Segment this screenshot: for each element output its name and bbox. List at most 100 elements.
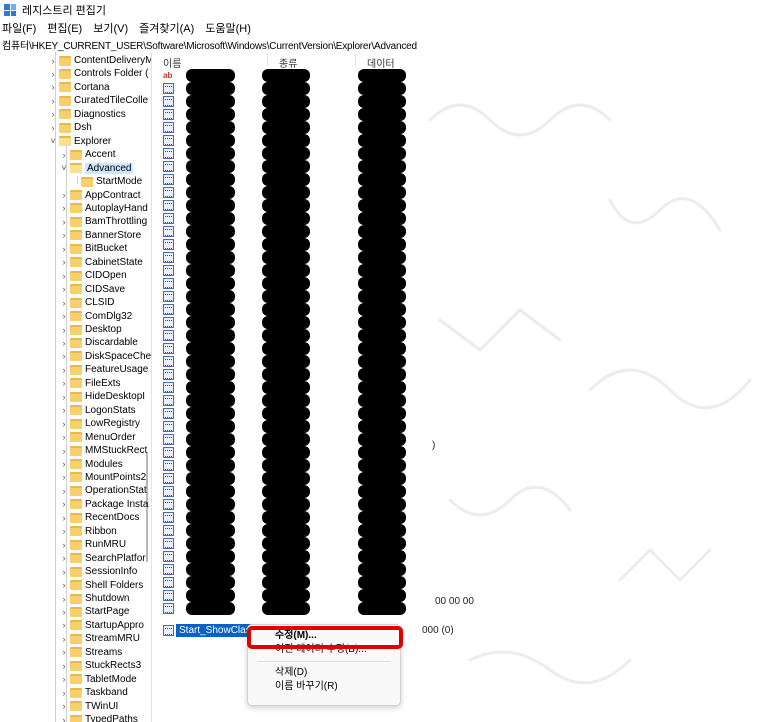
chevron-right-icon[interactable]: › bbox=[59, 472, 69, 482]
chevron-right-icon[interactable]: › bbox=[59, 580, 69, 590]
chevron-right-icon[interactable]: › bbox=[48, 82, 58, 92]
tree-item[interactable]: › DiskSpaceChe bbox=[59, 350, 152, 363]
tree-item[interactable]: › Discardable bbox=[59, 336, 138, 349]
chevron-right-icon[interactable]: › bbox=[59, 311, 69, 321]
chevron-right-icon[interactable]: › bbox=[59, 526, 69, 536]
chevron-down-icon[interactable]: ˅ bbox=[59, 163, 69, 173]
tree-item[interactable]: › Streams bbox=[59, 646, 123, 659]
menu-item-delete[interactable]: 삭제(D) bbox=[248, 666, 400, 680]
chevron-right-icon[interactable]: › bbox=[59, 392, 69, 402]
tree-item[interactable]: › CuratedTileColle bbox=[48, 94, 149, 107]
tree-item[interactable]: › SearchPlatfor bbox=[59, 552, 146, 565]
tree-item[interactable]: › Cortana bbox=[48, 81, 110, 94]
chevron-right-icon[interactable]: › bbox=[59, 715, 69, 722]
chevron-down-icon[interactable]: ˅ bbox=[48, 136, 58, 146]
tree-item[interactable]: › BitBucket bbox=[59, 242, 128, 255]
tree-item[interactable]: › HideDesktopI bbox=[59, 390, 146, 403]
tree-item[interactable]: ˅ Advanced bbox=[59, 162, 134, 175]
tree-item[interactable]: › Shutdown bbox=[59, 592, 130, 605]
tree-item[interactable]: › MMStuckRect bbox=[59, 444, 148, 457]
tree-item[interactable]: › AppContract bbox=[59, 189, 141, 202]
tree-item[interactable]: › RunMRU bbox=[59, 538, 127, 551]
tree-item[interactable]: › ContentDeliveryM bbox=[48, 54, 152, 67]
chevron-right-icon[interactable]: › bbox=[59, 647, 69, 657]
tree-item[interactable]: › StuckRects3 bbox=[59, 659, 142, 672]
chevron-right-icon[interactable]: › bbox=[48, 69, 58, 79]
chevron-right-icon[interactable]: › bbox=[59, 298, 69, 308]
chevron-right-icon[interactable]: › bbox=[59, 338, 69, 348]
chevron-right-icon[interactable]: › bbox=[59, 351, 69, 361]
tree-item[interactable]: › FeatureUsage bbox=[59, 363, 149, 376]
chevron-right-icon[interactable]: › bbox=[59, 661, 69, 671]
chevron-right-icon[interactable]: › bbox=[48, 123, 58, 133]
tree-item[interactable]: ˅ Explorer bbox=[48, 135, 111, 148]
menu-edit[interactable]: 편집(E) bbox=[47, 20, 82, 36]
chevron-right-icon[interactable]: › bbox=[59, 688, 69, 698]
chevron-right-icon[interactable]: › bbox=[59, 244, 69, 254]
chevron-right-icon[interactable]: › bbox=[59, 459, 69, 469]
chevron-right-icon[interactable]: › bbox=[48, 109, 58, 119]
tree-item[interactable]: › TypedPaths bbox=[59, 713, 138, 722]
chevron-right-icon[interactable]: › bbox=[59, 513, 69, 523]
column-type-header[interactable]: 종류 bbox=[279, 55, 297, 70]
chevron-right-icon[interactable]: › bbox=[59, 217, 69, 227]
chevron-right-icon[interactable]: › bbox=[59, 271, 69, 281]
chevron-right-icon[interactable]: › bbox=[59, 620, 69, 630]
tree-item[interactable]: › SessionInfo bbox=[59, 565, 138, 578]
tree-item[interactable]: › TabletMode bbox=[59, 673, 137, 686]
tree-item[interactable]: › TWinUI bbox=[59, 700, 119, 713]
chevron-right-icon[interactable]: › bbox=[59, 567, 69, 577]
tree-item[interactable]: › AutoplayHand bbox=[59, 202, 148, 215]
tree-item[interactable]: › Desktop bbox=[59, 323, 122, 336]
tree-item[interactable]: › CLSID bbox=[59, 296, 115, 309]
tree-item[interactable]: › LowRegistry bbox=[59, 417, 141, 430]
chevron-right-icon[interactable]: › bbox=[59, 419, 69, 429]
chevron-right-icon[interactable]: › bbox=[59, 540, 69, 550]
menu-favorites[interactable]: 즐겨찾기(A) bbox=[139, 20, 194, 36]
chevron-right-icon[interactable]: › bbox=[59, 594, 69, 604]
tree-item[interactable]: › BannerStore bbox=[59, 229, 142, 242]
tree-item[interactable]: StartMode bbox=[70, 175, 142, 188]
column-data-header[interactable]: 데이터 bbox=[367, 55, 395, 70]
menu-item-rename[interactable]: 이름 바꾸기(R) bbox=[248, 680, 400, 694]
chevron-right-icon[interactable]: › bbox=[59, 553, 69, 563]
tree-item[interactable]: › Dsh bbox=[48, 121, 92, 134]
tree-item[interactable]: › OperationStat bbox=[59, 484, 147, 497]
chevron-right-icon[interactable]: › bbox=[59, 325, 69, 335]
tree-item[interactable]: › CIDOpen bbox=[59, 269, 127, 282]
chevron-right-icon[interactable]: › bbox=[59, 446, 69, 456]
tree-item[interactable]: › Taskband bbox=[59, 686, 128, 699]
tree-item[interactable]: › CIDSave bbox=[59, 283, 126, 296]
chevron-right-icon[interactable]: › bbox=[59, 257, 69, 267]
tree-item[interactable]: › Diagnostics bbox=[48, 108, 126, 121]
chevron-right-icon[interactable]: › bbox=[59, 378, 69, 388]
chevron-right-icon[interactable]: › bbox=[48, 56, 58, 66]
tree-item[interactable]: › Accent bbox=[59, 148, 116, 161]
address-bar[interactable]: 컴퓨터\HKEY_CURRENT_USER\Software\Microsoft… bbox=[0, 37, 773, 52]
tree-item[interactable]: › StartupAppro bbox=[59, 619, 144, 632]
chevron-right-icon[interactable]: › bbox=[48, 96, 58, 106]
tree-item[interactable]: › Controls Folder ( bbox=[48, 67, 149, 80]
menu-help[interactable]: 도움말(H) bbox=[205, 20, 251, 36]
tree-item[interactable]: › MountPoints2 bbox=[59, 471, 147, 484]
column-separator[interactable] bbox=[267, 54, 268, 66]
chevron-right-icon[interactable]: › bbox=[59, 607, 69, 617]
tree-item[interactable]: › Modules bbox=[59, 458, 123, 471]
chevron-right-icon[interactable]: › bbox=[59, 203, 69, 213]
chevron-right-icon[interactable]: › bbox=[59, 150, 69, 160]
column-name-header[interactable]: 이름 bbox=[163, 55, 181, 70]
tree-item[interactable]: › FileExts bbox=[59, 377, 121, 390]
chevron-right-icon[interactable]: › bbox=[59, 701, 69, 711]
tree-item[interactable]: › Ribbon bbox=[59, 525, 117, 538]
chevron-right-icon[interactable]: › bbox=[59, 486, 69, 496]
chevron-right-icon[interactable]: › bbox=[59, 432, 69, 442]
tree-item[interactable]: › StartPage bbox=[59, 605, 130, 618]
menu-view[interactable]: 보기(V) bbox=[93, 20, 128, 36]
tree-item[interactable]: › ComDlg32 bbox=[59, 310, 133, 323]
chevron-right-icon[interactable]: › bbox=[59, 674, 69, 684]
column-separator[interactable] bbox=[355, 54, 356, 66]
menu-file[interactable]: 파일(F) bbox=[2, 20, 36, 36]
tree-item[interactable]: › StreamMRU bbox=[59, 632, 141, 645]
tree-item[interactable]: › LogonStats bbox=[59, 404, 136, 417]
tree-item[interactable]: › RecentDocs bbox=[59, 511, 140, 524]
